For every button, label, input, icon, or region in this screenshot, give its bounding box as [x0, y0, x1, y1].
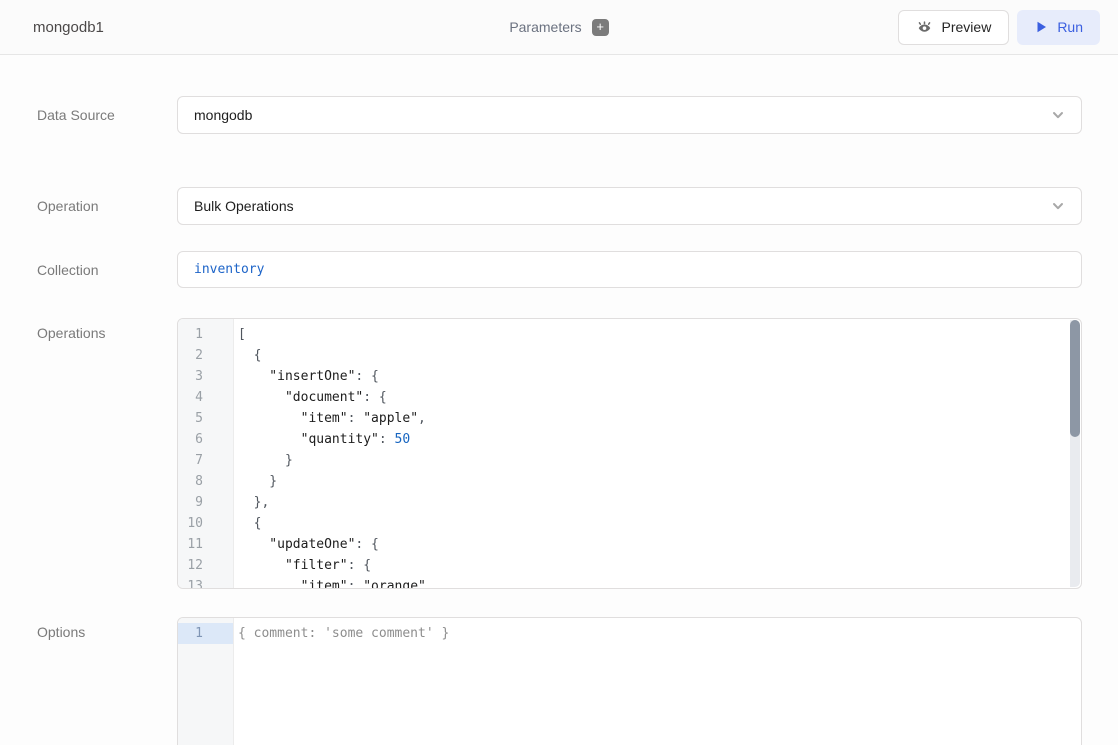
- query-title: mongodb1: [33, 19, 104, 36]
- operations-gutter: 12345678910111213: [178, 319, 234, 588]
- line-number: 2: [178, 345, 233, 366]
- collection-row: Collection inventory: [0, 251, 1118, 288]
- query-editor-header: mongodb1 Parameters + Preview: [0, 0, 1118, 55]
- line-number: 1: [178, 623, 233, 644]
- code-line: }: [238, 471, 1067, 492]
- code-line: },: [238, 492, 1067, 513]
- code-line: "item": "orange": [238, 576, 1067, 589]
- line-number: 9: [178, 492, 233, 513]
- line-number: 1: [178, 324, 233, 345]
- parameters-label: Parameters: [509, 19, 581, 35]
- line-number: 11: [178, 534, 233, 555]
- line-number: 13: [178, 576, 233, 589]
- plus-icon: +: [596, 19, 604, 34]
- code-line: "item": "apple",: [238, 408, 1067, 429]
- operation-select[interactable]: Bulk Operations: [177, 187, 1082, 225]
- run-button-label: Run: [1057, 19, 1083, 35]
- header-actions: Preview Run: [898, 10, 1100, 45]
- operations-code-area[interactable]: [ { "insertOne": { "document": { "item":…: [234, 319, 1081, 588]
- code-line: [: [238, 324, 1067, 345]
- preview-button-label: Preview: [942, 19, 992, 35]
- operations-label: Operations: [37, 325, 105, 341]
- code-line: {: [238, 513, 1067, 534]
- code-line: "updateOne": {: [238, 534, 1067, 555]
- data-source-label: Data Source: [37, 107, 115, 123]
- operation-row: Operation Bulk Operations: [0, 187, 1118, 225]
- run-button[interactable]: Run: [1017, 10, 1100, 45]
- preview-button[interactable]: Preview: [898, 10, 1010, 45]
- data-source-select[interactable]: mongodb: [177, 96, 1082, 134]
- code-line: "filter": {: [238, 555, 1067, 576]
- data-source-row: Data Source mongodb: [0, 96, 1118, 134]
- options-placeholder: { comment: 'some comment' }: [238, 623, 1067, 644]
- add-parameter-button[interactable]: +: [592, 19, 609, 36]
- operation-label: Operation: [37, 198, 98, 214]
- code-line: "document": {: [238, 387, 1067, 408]
- operation-value: Bulk Operations: [194, 198, 294, 214]
- collection-value: inventory: [194, 262, 264, 277]
- data-source-value: mongodb: [194, 107, 252, 123]
- line-number: 7: [178, 450, 233, 471]
- code-line: {: [238, 345, 1067, 366]
- line-number: 12: [178, 555, 233, 576]
- play-icon: [1034, 20, 1048, 34]
- operations-scrollbar-thumb[interactable]: [1070, 320, 1080, 437]
- line-number: 10: [178, 513, 233, 534]
- options-row: Options 1 { comment: 'some comment' }: [0, 617, 1118, 745]
- chevron-down-icon[interactable]: [1049, 106, 1067, 124]
- line-number: 3: [178, 366, 233, 387]
- options-gutter: 1: [178, 618, 234, 745]
- operations-scrollbar[interactable]: [1070, 320, 1080, 587]
- query-form: Data Source mongodb Operation Bulk Opera…: [0, 55, 1118, 745]
- line-number: 8: [178, 471, 233, 492]
- collection-input[interactable]: inventory: [177, 251, 1082, 288]
- line-number: 5: [178, 408, 233, 429]
- options-code-area[interactable]: { comment: 'some comment' }: [234, 618, 1081, 745]
- code-line: }: [238, 450, 1067, 471]
- collection-label: Collection: [37, 262, 98, 278]
- operations-code-editor[interactable]: 12345678910111213 [ { "insertOne": { "do…: [177, 318, 1082, 589]
- line-number: 6: [178, 429, 233, 450]
- chevron-down-icon[interactable]: [1049, 197, 1067, 215]
- operations-row: Operations 12345678910111213 [ { "insert…: [0, 318, 1118, 589]
- eye-icon: [916, 19, 933, 36]
- line-number: 4: [178, 387, 233, 408]
- options-label: Options: [37, 624, 85, 640]
- options-code-editor[interactable]: 1 { comment: 'some comment' }: [177, 617, 1082, 745]
- code-line: "quantity": 50: [238, 429, 1067, 450]
- code-line: "insertOne": {: [238, 366, 1067, 387]
